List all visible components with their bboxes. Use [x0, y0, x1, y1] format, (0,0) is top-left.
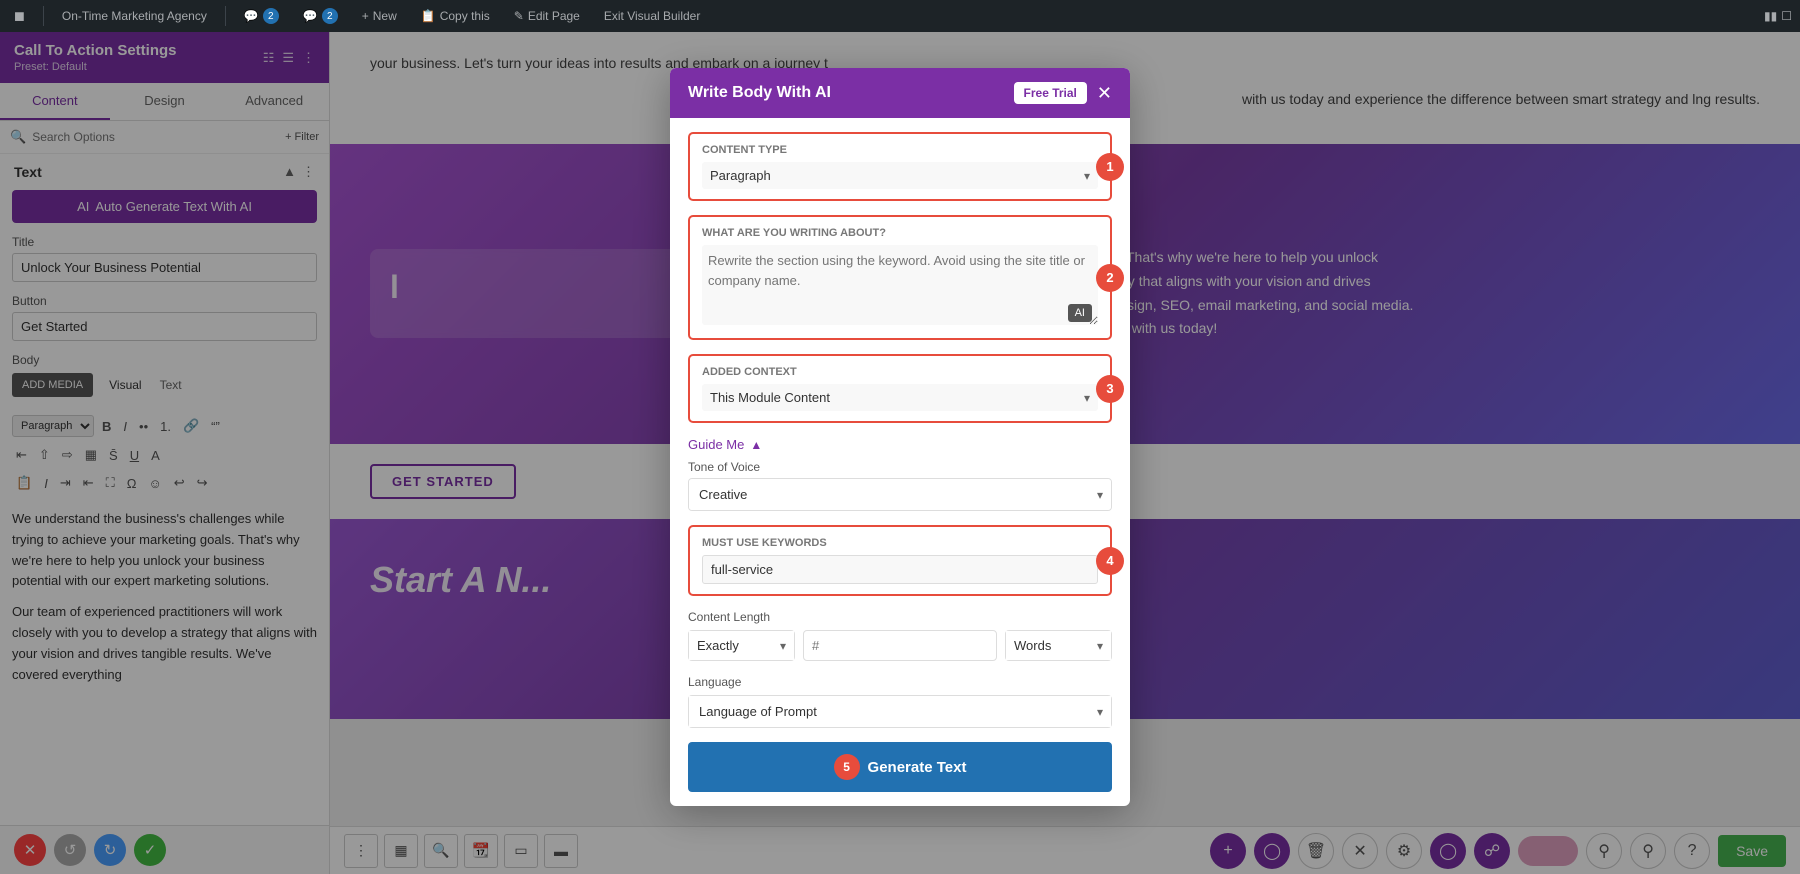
writing-topic-textarea[interactable] [702, 245, 1098, 325]
tone-select[interactable]: Creative Professional Casual [689, 479, 1111, 510]
likes-item[interactable]: 💬 2 [297, 0, 344, 32]
step-5-badge: 5 [834, 754, 860, 780]
words-select-wrapper: Words Sentences Paragraphs [1005, 630, 1112, 661]
separator-2 [225, 6, 226, 26]
step-1-badge: 1 [1096, 153, 1124, 181]
added-context-select[interactable]: This Module Content Page Content Custom [702, 384, 1098, 411]
keywords-label: Must Use Keywords [702, 537, 1098, 549]
new-item[interactable]: + New [356, 0, 403, 32]
comments-item[interactable]: 💬 2 [238, 0, 285, 32]
tone-select-wrapper: Creative Professional Casual [688, 478, 1112, 511]
site-name-item[interactable]: On-Time Marketing Agency [56, 0, 213, 32]
modal-title: Write Body With AI [688, 84, 831, 102]
free-trial-badge[interactable]: Free Trial [1014, 82, 1087, 104]
right-icons: ▮▮ ☐ [1764, 9, 1792, 23]
added-context-label: Added Context [702, 366, 1098, 378]
tone-of-voice-row: Tone of Voice Creative Professional Casu… [688, 460, 1112, 511]
content-type-select[interactable]: Paragraph Article Blog Post [702, 162, 1098, 189]
words-select[interactable]: Words Sentences Paragraphs [1006, 631, 1111, 660]
plus-icon: + [362, 9, 369, 23]
wp-icon: ■ [14, 6, 25, 27]
edit-page-label: Edit Page [528, 9, 580, 23]
copy-label: Copy this [440, 9, 490, 23]
pencil-icon: ✎ [514, 9, 524, 23]
language-row: Language Language of Prompt English Span… [688, 675, 1112, 728]
copy-item[interactable]: 📋 Copy this [415, 0, 496, 32]
content-type-section: 1 Content Type Paragraph Article Blog Po… [688, 132, 1112, 201]
keywords-input[interactable] [702, 555, 1098, 584]
ai-assist-button[interactable]: AI [1068, 304, 1092, 322]
content-length-inputs: Exactly At least At most Words Sentences… [688, 630, 1112, 661]
language-select-wrapper: Language of Prompt English Spanish [688, 695, 1112, 728]
language-select[interactable]: Language of Prompt English Spanish [689, 696, 1111, 727]
writing-topic-section: 2 What are you writing about? AI [688, 215, 1112, 340]
content-length-label: Content Length [688, 610, 1112, 624]
content-length-row: Content Length Exactly At least At most … [688, 610, 1112, 661]
edit-page-item[interactable]: ✎ Edit Page [508, 0, 586, 32]
tone-label: Tone of Voice [688, 460, 1112, 474]
step-4-badge: 4 [1096, 547, 1124, 575]
screen-icon: ▮▮ [1764, 9, 1777, 23]
comment-icon: 💬 [244, 9, 259, 23]
site-name-label: On-Time Marketing Agency [62, 9, 207, 23]
guide-me-label: Guide Me [688, 437, 744, 452]
modal-body: 1 Content Type Paragraph Article Blog Po… [670, 118, 1130, 806]
modal-overlay: Write Body With AI Free Trial ✕ 1 Conten… [0, 0, 1800, 874]
added-context-select-wrapper: This Module Content Page Content Custom [702, 384, 1098, 411]
wp-logo-item[interactable]: ■ [8, 0, 31, 32]
generate-text-button[interactable]: 5 Generate Text [688, 742, 1112, 792]
exactly-select[interactable]: Exactly At least At most [689, 631, 794, 660]
step-2-badge: 2 [1096, 264, 1124, 292]
write-body-modal: Write Body With AI Free Trial ✕ 1 Conten… [670, 68, 1130, 806]
guide-me-row[interactable]: Guide Me ▲ [688, 437, 1112, 452]
exit-builder-item[interactable]: Exit Visual Builder [598, 0, 707, 32]
keywords-section: 4 Must Use Keywords [688, 525, 1112, 596]
separator-1 [43, 6, 44, 26]
copy-icon: 📋 [421, 9, 436, 23]
textarea-wrapper: AI [702, 245, 1098, 328]
like-badge: 2 [322, 8, 338, 24]
new-label: New [373, 9, 397, 23]
added-context-section: 3 Added Context This Module Content Page… [688, 354, 1112, 423]
modal-close-button[interactable]: ✕ [1097, 84, 1112, 102]
content-type-select-wrapper: Paragraph Article Blog Post [702, 162, 1098, 189]
content-type-label: Content Type [702, 144, 1098, 156]
modal-header: Write Body With AI Free Trial ✕ [670, 68, 1130, 118]
guide-me-icon: ▲ [750, 438, 762, 452]
admin-bar: ■ On-Time Marketing Agency 💬 2 💬 2 + New… [0, 0, 1800, 32]
like-icon: 💬 [303, 9, 318, 23]
exit-label: Exit Visual Builder [604, 9, 701, 23]
writing-topic-label: What are you writing about? [702, 227, 1098, 239]
exactly-select-wrapper: Exactly At least At most [688, 630, 795, 661]
modal-header-right: Free Trial ✕ [1014, 82, 1112, 104]
length-number-input[interactable] [803, 630, 997, 661]
window-icon: ☐ [1781, 9, 1792, 23]
language-label: Language [688, 675, 1112, 689]
step-3-badge: 3 [1096, 375, 1124, 403]
comment-badge: 2 [263, 8, 279, 24]
